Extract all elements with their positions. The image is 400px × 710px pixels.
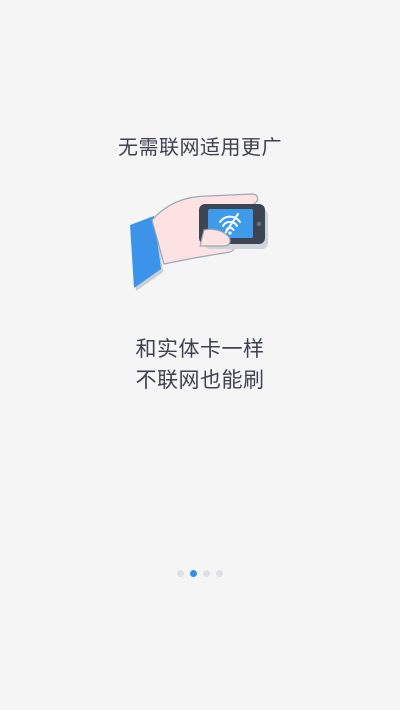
caption-line-1: 和实体卡一样 <box>135 337 265 361</box>
page-dot-4[interactable] <box>216 569 223 577</box>
page-dot-1[interactable] <box>177 569 184 577</box>
page-dot-2-active[interactable] <box>190 569 197 577</box>
onboarding-screen[interactable]: 无需联网适用更广 和实体卡一样 不联网也能刷 <box>0 0 400 710</box>
onboarding-caption: 和实体卡一样 不联网也能刷 <box>0 334 400 396</box>
page-indicator[interactable] <box>0 568 400 578</box>
page-dot-3[interactable] <box>203 569 210 577</box>
hand-holding-phone-offline-wifi-icon <box>130 193 268 291</box>
caption-line-2: 不联网也能刷 <box>135 368 265 392</box>
onboarding-headline: 无需联网适用更广 <box>118 135 282 159</box>
